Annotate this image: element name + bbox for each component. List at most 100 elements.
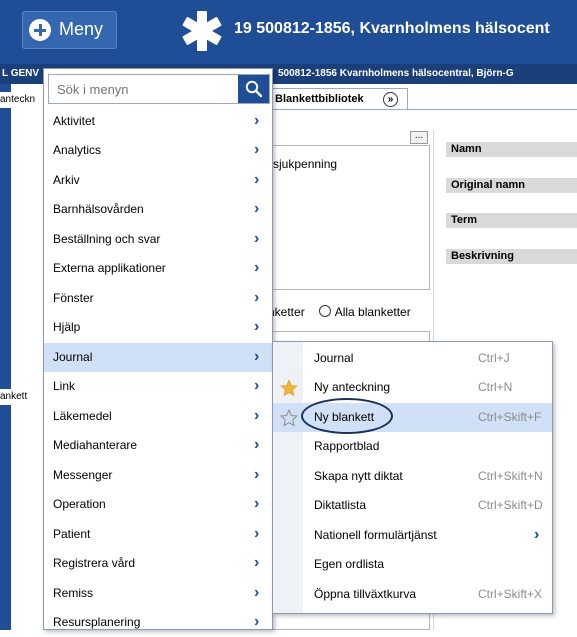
menu-item-journal[interactable]: Journal › [44,343,272,372]
prop-namn: Namn [446,142,577,157]
submenu-item-oppna-tillvaxtkurva[interactable]: Öppna tillväxtkurva Ctrl+Skift+X [273,580,552,609]
chevron-right-icon: › [254,436,260,453]
star-filled-icon [280,379,298,397]
chevron-right-icon: › [254,377,260,394]
left-strip [0,84,11,630]
menu-item-arkiv[interactable]: Arkiv › [44,166,272,195]
menu-item-label: Läkemedel [53,409,112,423]
menu-item-label: Fönster [53,291,94,305]
menu-item-operation[interactable]: Operation › [44,490,272,519]
submenu-item-skapa-nytt-diktat[interactable]: Skapa nytt diktat Ctrl+Skift+N [273,462,552,491]
menu-item-remiss[interactable]: Remiss › [44,579,272,608]
menu-item-resursplanering[interactable]: Resursplanering › [44,608,272,637]
chevron-right-icon: › [254,407,260,424]
menu-item-label: Hjälp [53,320,81,334]
patient-title: 19 500812-1856, Kvarnholmens hälsocent [234,20,550,37]
menu-item-label: Resursplanering [53,615,141,629]
menu-item-label: Patient [53,527,91,541]
radio-alla-blanketter[interactable] [318,305,331,317]
prop-beskrivning: Beskrivning [446,249,577,264]
chevron-right-icon: › [254,584,260,601]
radio-label-left[interactable]: nketter [268,305,305,319]
menu-item-patient[interactable]: Patient › [44,520,272,549]
chevron-right-icon: › [254,259,260,276]
menu-item-link[interactable]: Link › [44,372,272,401]
menu-item-bestallning[interactable]: Beställning och svar › [44,225,272,254]
submenu-item-rapportblad[interactable]: Rapportblad [273,432,552,461]
highlight-ellipse [301,398,393,434]
more-button[interactable]: ... [410,131,428,144]
main-menu: Aktivitet › Analytics › Arkiv › Barnhälsovå… [43,68,273,630]
submenu-item-diktatlista[interactable]: Diktatlista Ctrl+Skift+D [273,491,552,520]
chevron-right-icon: › [254,230,260,247]
search-icon [245,80,263,98]
chevron-right-icon: › [254,318,260,335]
submenu-item-label: Rapportblad [314,439,380,453]
menu-item-lakemedel[interactable]: Läkemedel › [44,402,272,431]
shortcut-label: Ctrl+N [478,380,513,394]
chevron-right-icon: › [254,289,260,306]
menu-item-externa-applikationer[interactable]: Externa applikationer › [44,254,272,283]
left-tab-blankett[interactable]: ankett [0,389,46,405]
star-outline-icon [280,409,298,427]
subbar-left-text: L GENV [2,68,40,79]
submenu-item-label: Egen ordlista [314,557,385,571]
menu-item-label: Analytics [53,143,102,157]
menu-item-analytics[interactable]: Analytics › [44,136,272,165]
submenu-item-nationell-formulartjanst[interactable]: Nationell formulärtjänst › [273,521,552,550]
list-item[interactable]: sjukpenning [273,157,337,171]
chevron-right-icon: › [254,141,260,158]
menu-item-aktivitet[interactable]: Aktivitet › [44,107,272,136]
shortcut-label: Ctrl+Skift+X [478,587,543,601]
submenu-item-egen-ordlista[interactable]: Egen ordlista [273,550,552,579]
menu-item-label: Arkiv [53,173,80,187]
star-of-life-icon [182,11,222,51]
menu-item-fonster[interactable]: Fönster › [44,284,272,313]
menu-item-label: Barnhälsovården [53,202,144,216]
chevron-right-icon: › [254,112,260,129]
chevron-right-icon: › [254,466,260,483]
tab-blankettbibliotek[interactable]: Blankettbibliotek » [268,88,408,110]
menu-item-messenger[interactable]: Messenger › [44,461,272,490]
menu-item-registrera-vard[interactable]: Registrera vård › [44,549,272,578]
blankett-filter: nketter Alla blanketter [268,305,411,319]
chevron-right-icon: › [254,613,260,630]
menu-search-input[interactable] [49,75,237,103]
menu-item-mediahanterare[interactable]: Mediahanterare › [44,431,272,460]
tab-divider [268,109,577,110]
menu-item-label: Remiss [53,586,94,600]
shortcut-label: Ctrl+Skift+F [478,410,542,424]
shortcut-label: Ctrl+J [478,351,510,365]
menu-item-barnhalsovarden[interactable]: Barnhälsovården › [44,195,272,224]
submenu-item-journal[interactable]: Journal Ctrl+J [273,344,552,373]
meny-button[interactable]: Meny [22,11,117,49]
submenu-item-label: Skapa nytt diktat [314,469,403,483]
radio-label-alla[interactable]: Alla blanketter [335,305,411,319]
menu-item-label: Messenger [53,468,113,482]
menu-item-label: Beställning och svar [53,232,161,246]
journal-submenu: Journal Ctrl+J Ny anteckning Ctrl+N Ny bla… [272,341,553,614]
left-tab-anteckning[interactable]: anteckn [0,92,46,108]
search-button[interactable] [238,75,269,103]
submenu-item-label: Öppna tillväxtkurva [314,587,417,601]
menu-item-label: Operation [53,497,106,511]
menu-item-label: Link [53,379,76,393]
chevron-right-icon: › [254,171,260,188]
subbar-patient-text: 500812-1856 Kvarnholmens hälsocentral, B… [278,68,514,79]
plus-circle-icon [29,19,51,41]
shortcut-label: Ctrl+Skift+N [478,469,543,483]
meny-button-label: Meny [59,19,104,39]
double-chevron-right-icon[interactable]: » [383,92,398,107]
menu-item-label: Registrera vård [53,556,136,570]
prop-term: Term [446,213,577,228]
menu-item-hjalp[interactable]: Hjälp › [44,313,272,342]
chevron-right-icon: › [254,554,260,571]
menu-item-label: Mediahanterare [53,438,138,452]
blankett-listbox[interactable]: sjukpenning [268,145,430,290]
tab-blankettbibliotek-label: Blankettbibliotek [275,93,364,105]
submenu-item-label: Nationell formulärtjänst [314,528,437,542]
menu-item-label: Externa applikationer [53,261,166,275]
submenu-item-ny-anteckning[interactable]: Ny anteckning Ctrl+N [273,373,552,402]
chevron-right-icon: › [254,525,260,542]
chevron-right-icon: › [534,526,540,543]
